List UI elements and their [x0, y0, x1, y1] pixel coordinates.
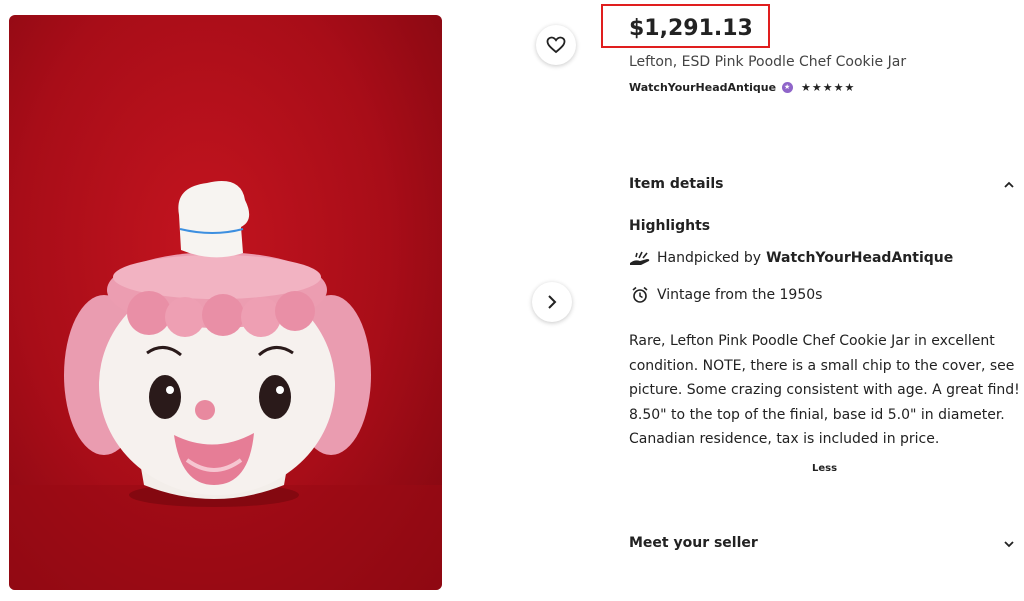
product-photo[interactable] — [9, 15, 442, 590]
hand-icon — [629, 250, 651, 266]
chevron-right-icon — [548, 295, 557, 309]
next-image-button[interactable] — [532, 282, 572, 322]
favorite-button[interactable] — [536, 25, 576, 65]
chevron-down-icon[interactable] — [1003, 539, 1015, 549]
handpicked-shop-link[interactable]: WatchYourHeadAntique — [766, 250, 953, 266]
item-details-header[interactable]: Item details — [629, 176, 723, 192]
vintage-row: Vintage from the 1950s — [629, 286, 822, 304]
handpicked-prefix: Handpicked by — [657, 250, 762, 266]
price: $1,291.13 — [629, 16, 753, 41]
listing-title: Lefton, ESD Pink Poodle Chef Cookie Jar — [629, 54, 907, 70]
star-seller-badge-icon — [782, 82, 794, 93]
alarm-clock-icon — [629, 286, 651, 304]
chevron-up-icon[interactable] — [1003, 180, 1015, 190]
item-description: Rare, Lefton Pink Poodle Chef Cookie Jar… — [629, 333, 1020, 448]
rating-stars[interactable]: ★★★★★ — [801, 81, 855, 94]
meet-your-seller-header[interactable]: Meet your seller — [629, 535, 758, 551]
less-button[interactable]: Less — [812, 463, 837, 474]
cookie-jar-illustration — [9, 181, 442, 590]
heart-icon — [546, 36, 566, 54]
highlights-heading: Highlights — [629, 218, 711, 234]
vintage-text: Vintage from the 1950s — [657, 287, 823, 303]
seller-row: WatchYourHeadAntique ★ ★★★★ — [629, 81, 855, 94]
handpicked-row: Handpicked by WatchYourHeadAntique — [629, 250, 953, 266]
shop-name-link[interactable]: WatchYourHeadAntique — [629, 81, 776, 94]
